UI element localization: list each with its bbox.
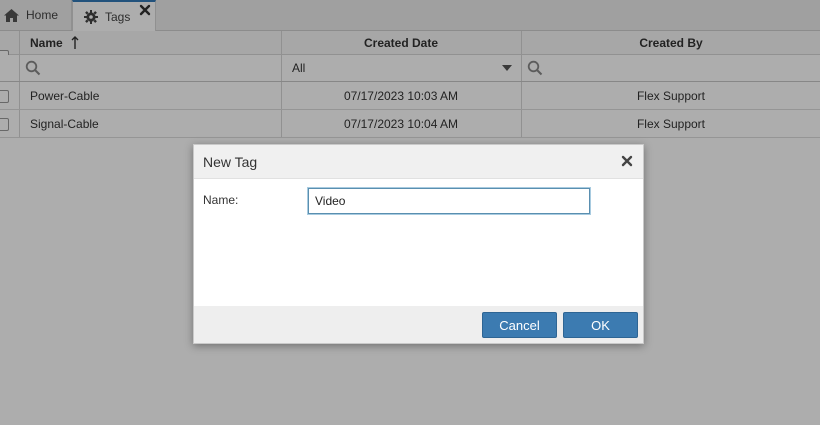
dialog-footer: Cancel OK: [194, 306, 643, 343]
new-tag-dialog: New Tag Name: Cancel OK: [193, 144, 644, 344]
cancel-button[interactable]: Cancel: [482, 312, 557, 338]
tag-name-input[interactable]: [307, 187, 591, 215]
dialog-title-bar: New Tag: [194, 145, 643, 179]
ok-button[interactable]: OK: [563, 312, 638, 338]
dialog-title: New Tag: [203, 153, 258, 170]
close-icon[interactable]: [621, 155, 633, 167]
name-label: Name:: [203, 193, 239, 207]
